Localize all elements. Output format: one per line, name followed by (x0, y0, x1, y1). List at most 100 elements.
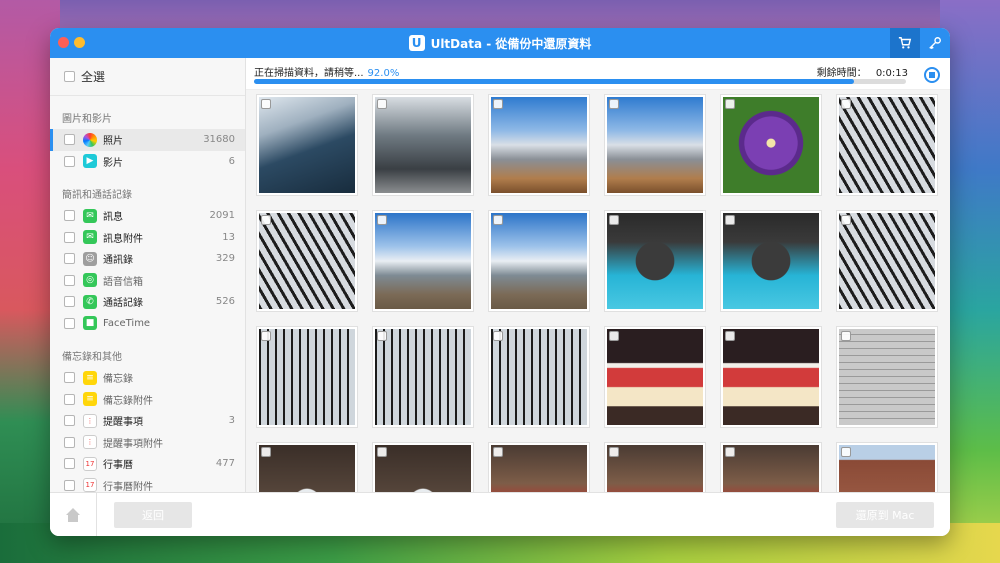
ultdata-logo-icon: U (408, 35, 425, 51)
select-all-row[interactable]: 全選 (50, 58, 245, 96)
photo-checkbox[interactable] (725, 215, 735, 225)
photo-checkbox[interactable] (609, 331, 619, 341)
photo-checkbox[interactable] (261, 331, 271, 341)
photo-checkbox[interactable] (725, 447, 735, 457)
sidebar-item[interactable]: ≡ 備忘錄 (50, 367, 245, 389)
sidebar-item-checkbox[interactable] (64, 231, 75, 243)
sidebar-item[interactable]: ≡ 備忘錄附件 (50, 389, 245, 411)
scan-percent: 92.0% (367, 68, 400, 79)
photo-image (839, 445, 935, 492)
photo-checkbox[interactable] (261, 215, 271, 225)
photo-thumbnail[interactable] (604, 442, 706, 492)
photo-checkbox[interactable] (609, 99, 619, 109)
sidebar-item-checkbox[interactable] (64, 415, 75, 427)
photo-thumbnail[interactable] (488, 326, 590, 428)
photo-thumbnail[interactable] (372, 210, 474, 312)
sidebar-item[interactable]: ⋮ 提醒事項 3 (50, 410, 245, 432)
sidebar-item-checkbox[interactable] (64, 210, 75, 222)
sidebar-item-checkbox[interactable] (64, 479, 75, 491)
sidebar-item[interactable]: 17 行事曆 477 (50, 453, 245, 475)
sidebar-item-checkbox[interactable] (64, 296, 75, 308)
sidebar-item-checkbox[interactable] (64, 458, 75, 470)
photo-thumbnail[interactable] (604, 94, 706, 196)
title-bar: U UltData - 從備份中還原資料 (50, 28, 950, 58)
sidebar-item[interactable]: ✉ 訊息 2091 (50, 205, 245, 227)
sidebar-item-checkbox[interactable] (64, 436, 75, 448)
calendar-icon: 17 (83, 456, 97, 471)
photo-thumbnail[interactable] (256, 94, 358, 196)
photo-checkbox[interactable] (377, 99, 387, 109)
photo-checkbox[interactable] (609, 215, 619, 225)
photo-image (375, 97, 471, 193)
sidebar-item[interactable]: ▶ 影片 6 (50, 151, 245, 173)
photo-image (491, 213, 587, 309)
photo-checkbox[interactable] (609, 447, 619, 457)
photo-thumbnail[interactable] (372, 442, 474, 492)
photo-checkbox[interactable] (377, 331, 387, 341)
sidebar-item[interactable]: ■ FaceTime (50, 313, 245, 335)
photo-image (607, 445, 703, 492)
photo-checkbox[interactable] (493, 99, 503, 109)
sidebar-item[interactable]: ✆ 通話記錄 526 (50, 291, 245, 313)
sidebar-item-count: 329 (215, 253, 235, 265)
photo-checkbox[interactable] (725, 99, 735, 109)
photo-checkbox[interactable] (261, 99, 271, 109)
sidebar-item-checkbox[interactable] (64, 253, 75, 265)
sidebar-item[interactable]: 17 行事曆附件 (50, 475, 245, 492)
photo-checkbox[interactable] (493, 331, 503, 341)
photo-thumbnail[interactable] (836, 210, 938, 312)
photo-checkbox[interactable] (841, 99, 851, 109)
photo-checkbox[interactable] (725, 331, 735, 341)
photo-thumbnail[interactable] (604, 210, 706, 312)
photo-image (491, 445, 587, 492)
photo-thumbnail[interactable] (372, 326, 474, 428)
sidebar-item-checkbox[interactable] (64, 274, 75, 286)
photo-thumbnail[interactable] (372, 94, 474, 196)
photo-thumbnail[interactable] (488, 94, 590, 196)
photo-thumbnail[interactable] (256, 442, 358, 492)
app-window: U UltData - 從備份中還原資料 全選 圖片和影片 照片 31680 ▶ 影片 6… (50, 28, 950, 536)
sidebar-item-label: FaceTime (103, 317, 151, 329)
photo-checkbox[interactable] (841, 331, 851, 341)
photo-image (259, 213, 355, 309)
back-button[interactable]: 返回 (114, 502, 192, 528)
stop-scan-button[interactable] (924, 67, 940, 83)
photo-thumbnail[interactable] (488, 210, 590, 312)
sidebar-item[interactable]: ◎ 語音信箱 (50, 270, 245, 292)
sidebar-item[interactable]: ☺ 通訊錄 329 (50, 248, 245, 270)
restore-to-mac-button[interactable]: 還原到 Mac (836, 502, 934, 528)
sidebar-group-title: 備忘錄和其他 (62, 352, 122, 363)
photo-thumbnail[interactable] (604, 326, 706, 428)
sidebar-item[interactable]: ✉ 訊息附件 13 (50, 227, 245, 249)
photo-thumbnail[interactable] (836, 94, 938, 196)
home-button[interactable] (50, 493, 97, 536)
sidebar-item-checkbox[interactable] (64, 393, 75, 405)
photo-thumbnail[interactable] (720, 326, 822, 428)
sidebar-item-checkbox[interactable] (64, 372, 75, 384)
photo-thumbnail[interactable] (256, 326, 358, 428)
photo-checkbox[interactable] (261, 447, 271, 457)
sidebar-item-checkbox[interactable] (64, 155, 75, 167)
select-all-checkbox[interactable] (64, 71, 75, 82)
photo-thumbnail[interactable] (256, 210, 358, 312)
photo-thumbnail[interactable] (488, 442, 590, 492)
photo-thumbnail[interactable] (836, 326, 938, 428)
photo-checkbox[interactable] (493, 447, 503, 457)
sidebar-item[interactable]: 照片 31680 (50, 129, 245, 151)
photo-checkbox[interactable] (841, 447, 851, 457)
photo-checkbox[interactable] (377, 447, 387, 457)
sidebar-item-checkbox[interactable] (64, 134, 75, 146)
sidebar-item[interactable]: ⋮ 提醒事項附件 (50, 432, 245, 454)
photo-checkbox[interactable] (493, 215, 503, 225)
photo-thumbnail[interactable] (836, 442, 938, 492)
photo-checkbox[interactable] (377, 215, 387, 225)
cart-button[interactable] (890, 28, 920, 58)
scan-status-text: 正在掃描資料，請稍等... (254, 68, 364, 79)
photo-thumbnail[interactable] (720, 210, 822, 312)
photo-thumbnail[interactable] (720, 442, 822, 492)
photo-thumbnail[interactable] (720, 94, 822, 196)
photo-checkbox[interactable] (841, 215, 851, 225)
notes-icon: ≡ (83, 370, 97, 385)
sidebar-item-checkbox[interactable] (64, 317, 75, 329)
register-button[interactable] (920, 28, 950, 58)
